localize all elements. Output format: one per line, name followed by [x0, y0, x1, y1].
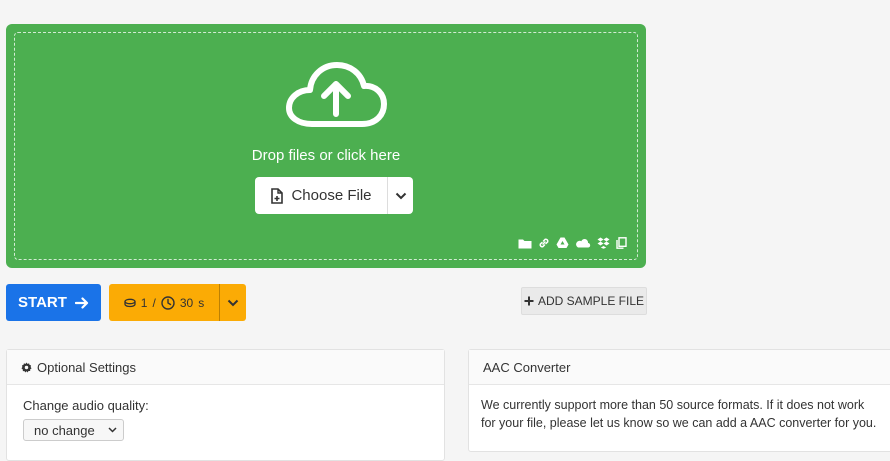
credits-dropdown[interactable]	[219, 284, 246, 321]
converter-info-header: AAC Converter	[469, 350, 890, 385]
start-label: START	[18, 294, 67, 311]
audio-quality-label: Change audio quality:	[23, 398, 149, 413]
google-drive-icon[interactable]	[556, 237, 569, 249]
clipboard-icon[interactable]	[616, 237, 627, 249]
add-sample-label: ADD SAMPLE FILE	[537, 294, 645, 308]
arrow-right-icon	[74, 296, 89, 309]
credits-info: 1 / 30 s	[109, 284, 219, 321]
cloud-upload-icon	[286, 62, 387, 127]
optional-settings-title: Optional Settings	[37, 359, 137, 375]
file-dropzone[interactable]: Drop files or click here Choose File	[6, 24, 646, 268]
link-icon[interactable]	[538, 237, 550, 249]
time-unit: s	[198, 295, 205, 310]
audio-quality-value: no change	[34, 422, 95, 438]
choose-file-label: Choose File	[291, 187, 372, 204]
gear-icon	[21, 361, 32, 373]
choose-file-group: Choose File	[255, 177, 413, 214]
chevron-down-icon	[227, 299, 239, 306]
credits-count: 1	[140, 295, 148, 310]
choose-source-dropdown[interactable]	[387, 177, 413, 214]
converter-description: We currently support more than 50 source…	[481, 398, 877, 430]
chevron-down-icon	[108, 427, 117, 433]
folder-icon[interactable]	[518, 238, 532, 249]
dropbox-icon[interactable]	[597, 237, 610, 249]
time-value: 30	[179, 295, 194, 310]
clock-icon	[161, 295, 175, 310]
optional-settings-panel: Optional Settings Change audio quality: …	[6, 349, 445, 461]
onedrive-icon[interactable]	[575, 238, 591, 248]
coins-icon	[124, 298, 136, 307]
credits-cost-button[interactable]: 1 / 30 s	[109, 284, 246, 321]
add-sample-file-button[interactable]: ADD SAMPLE FILE	[521, 287, 647, 315]
plus-icon	[524, 296, 534, 306]
dropzone-border: Drop files or click here Choose File	[14, 32, 638, 260]
audio-quality-select[interactable]: no change	[23, 419, 124, 441]
optional-settings-header: Optional Settings	[7, 350, 444, 385]
credits-separator: /	[152, 295, 156, 310]
choose-file-button[interactable]: Choose File	[255, 177, 387, 214]
converter-info-panel: AAC Converter We currently support more …	[468, 349, 890, 452]
file-add-icon	[271, 187, 284, 204]
chevron-down-icon	[395, 192, 406, 199]
converter-info-title: AAC Converter	[483, 359, 571, 375]
dropzone-prompt: Drop files or click here	[251, 147, 401, 164]
source-icons	[518, 237, 627, 249]
start-button[interactable]: START	[6, 284, 101, 321]
